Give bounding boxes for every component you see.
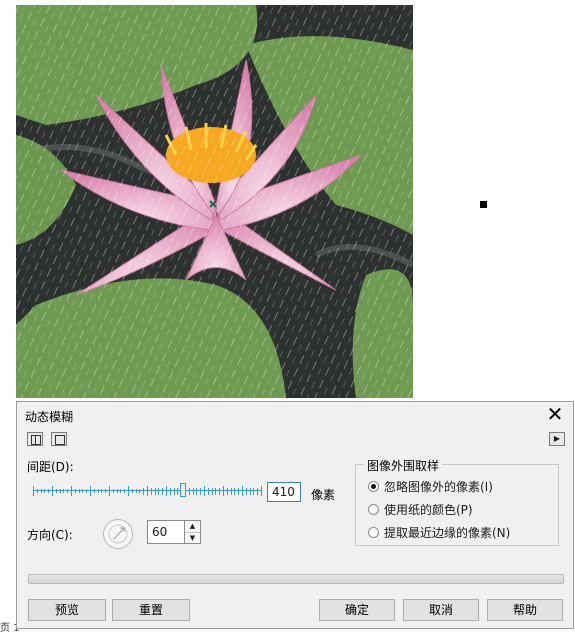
slider-tick (249, 487, 251, 495)
slider-tick (147, 486, 148, 496)
slider-tick (162, 487, 164, 495)
close-icon[interactable]: ✕ (545, 404, 565, 424)
slider-tick (188, 487, 190, 495)
image-canvas (16, 5, 413, 398)
slider-tick (219, 487, 221, 495)
slider-tick (173, 487, 175, 495)
slider-tick (166, 486, 167, 496)
slider-tick (169, 487, 171, 495)
radio-ignore-outside[interactable]: 忽略图像外的像素(I) (368, 478, 493, 495)
slider-tick (109, 486, 110, 496)
sampling-group-title: 图像外围取样 (364, 457, 443, 474)
slider-tick (67, 489, 69, 493)
ok-button[interactable]: 确定 (319, 599, 395, 621)
radio-button[interactable] (368, 481, 379, 492)
slider-tick (55, 489, 57, 493)
slider-tick (253, 487, 255, 495)
slider-tick (226, 487, 228, 495)
slider-tick (101, 489, 103, 493)
direction-dial-icon[interactable] (103, 519, 133, 549)
expand-arrow-icon[interactable]: ▶ (549, 432, 565, 446)
slider-tick (204, 486, 205, 496)
slider-tick (90, 486, 91, 496)
radio-label: 忽略图像外的像素(I) (384, 480, 493, 494)
direction-input[interactable]: 60 (147, 520, 185, 544)
slider-tick (207, 487, 209, 495)
radio-button[interactable] (368, 527, 379, 538)
slider-tick (40, 489, 42, 493)
slider-tick (261, 486, 262, 496)
slider-tick (97, 489, 99, 493)
motion-blur-dialog: 动态模糊 ✕ ▶ 间距(D): 410 像素 方向(C): 60 ▲ ▼ 图像外… (16, 401, 574, 629)
distance-unit: 像素 (311, 488, 336, 502)
slider-tick (200, 487, 202, 495)
distance-input[interactable]: 410 (267, 482, 301, 502)
help-button[interactable]: 帮助 (487, 599, 563, 621)
slider-tick (223, 486, 224, 496)
slider-tick (158, 487, 160, 495)
slider-tick (82, 489, 84, 493)
distance-label: 间距(D): (27, 460, 74, 474)
slider-tick (238, 487, 240, 495)
slider-tick (74, 489, 76, 493)
slider-tick (86, 489, 88, 493)
slider-tick (112, 489, 114, 493)
cancel-button[interactable]: 取消 (403, 599, 479, 621)
direction-spinner[interactable]: ▲ ▼ (185, 520, 201, 544)
slider-tick (242, 486, 243, 496)
slider-tick (135, 489, 137, 493)
slider-tick (230, 487, 232, 495)
slider-tick (52, 486, 53, 496)
radio-label: 提取最近边缘的像素(N) (384, 526, 511, 540)
preview-button[interactable]: 预览 (28, 599, 106, 621)
slider-tick (177, 487, 179, 495)
slider-tick (93, 489, 95, 493)
slider-tick (48, 489, 50, 493)
spin-up-icon[interactable]: ▲ (185, 521, 200, 532)
spin-down-icon[interactable]: ▼ (185, 532, 200, 544)
slider-tick (192, 487, 194, 495)
slider-tick (63, 489, 65, 493)
slider-tick (150, 487, 152, 495)
sampling-group: 图像外围取样 忽略图像外的像素(I) 使用纸的颜色(P) 提取最近边缘的像素(N… (355, 457, 559, 546)
node-marker (480, 201, 487, 208)
slider-tick (128, 486, 129, 496)
radio-label: 使用纸的颜色(P) (384, 503, 473, 517)
radio-nearest-edge[interactable]: 提取最近边缘的像素(N) (368, 524, 510, 541)
slider-tick (71, 486, 72, 496)
slider-tick (143, 487, 145, 495)
slider-tick (215, 487, 217, 495)
dialog-title: 动态模糊 (25, 410, 74, 424)
slider-tick (116, 489, 118, 493)
slider-tick (36, 489, 38, 493)
slider-tick (105, 489, 107, 493)
split-view-icon[interactable] (27, 432, 43, 446)
slider-tick (33, 486, 34, 496)
slider-tick (131, 489, 133, 493)
slider-tick (154, 487, 156, 495)
slider-tick (44, 489, 46, 493)
slider-tick (211, 487, 213, 495)
reset-button[interactable]: 重置 (112, 599, 190, 621)
radio-paper-color[interactable]: 使用纸的颜色(P) (368, 501, 473, 518)
single-view-icon[interactable] (51, 432, 67, 446)
slider-tick (245, 487, 247, 495)
slider-tick (78, 489, 80, 493)
distance-slider-thumb[interactable] (180, 483, 187, 497)
radio-button[interactable] (368, 504, 379, 515)
slider-tick (120, 489, 122, 493)
slider-tick (196, 487, 198, 495)
progress-bar (28, 574, 564, 584)
direction-label: 方向(C): (27, 528, 73, 542)
slider-tick (59, 489, 61, 493)
water-lily-image (16, 5, 413, 398)
slider-tick (234, 487, 236, 495)
slider-tick (257, 487, 259, 495)
slider-tick (139, 489, 141, 493)
slider-tick (124, 489, 126, 493)
